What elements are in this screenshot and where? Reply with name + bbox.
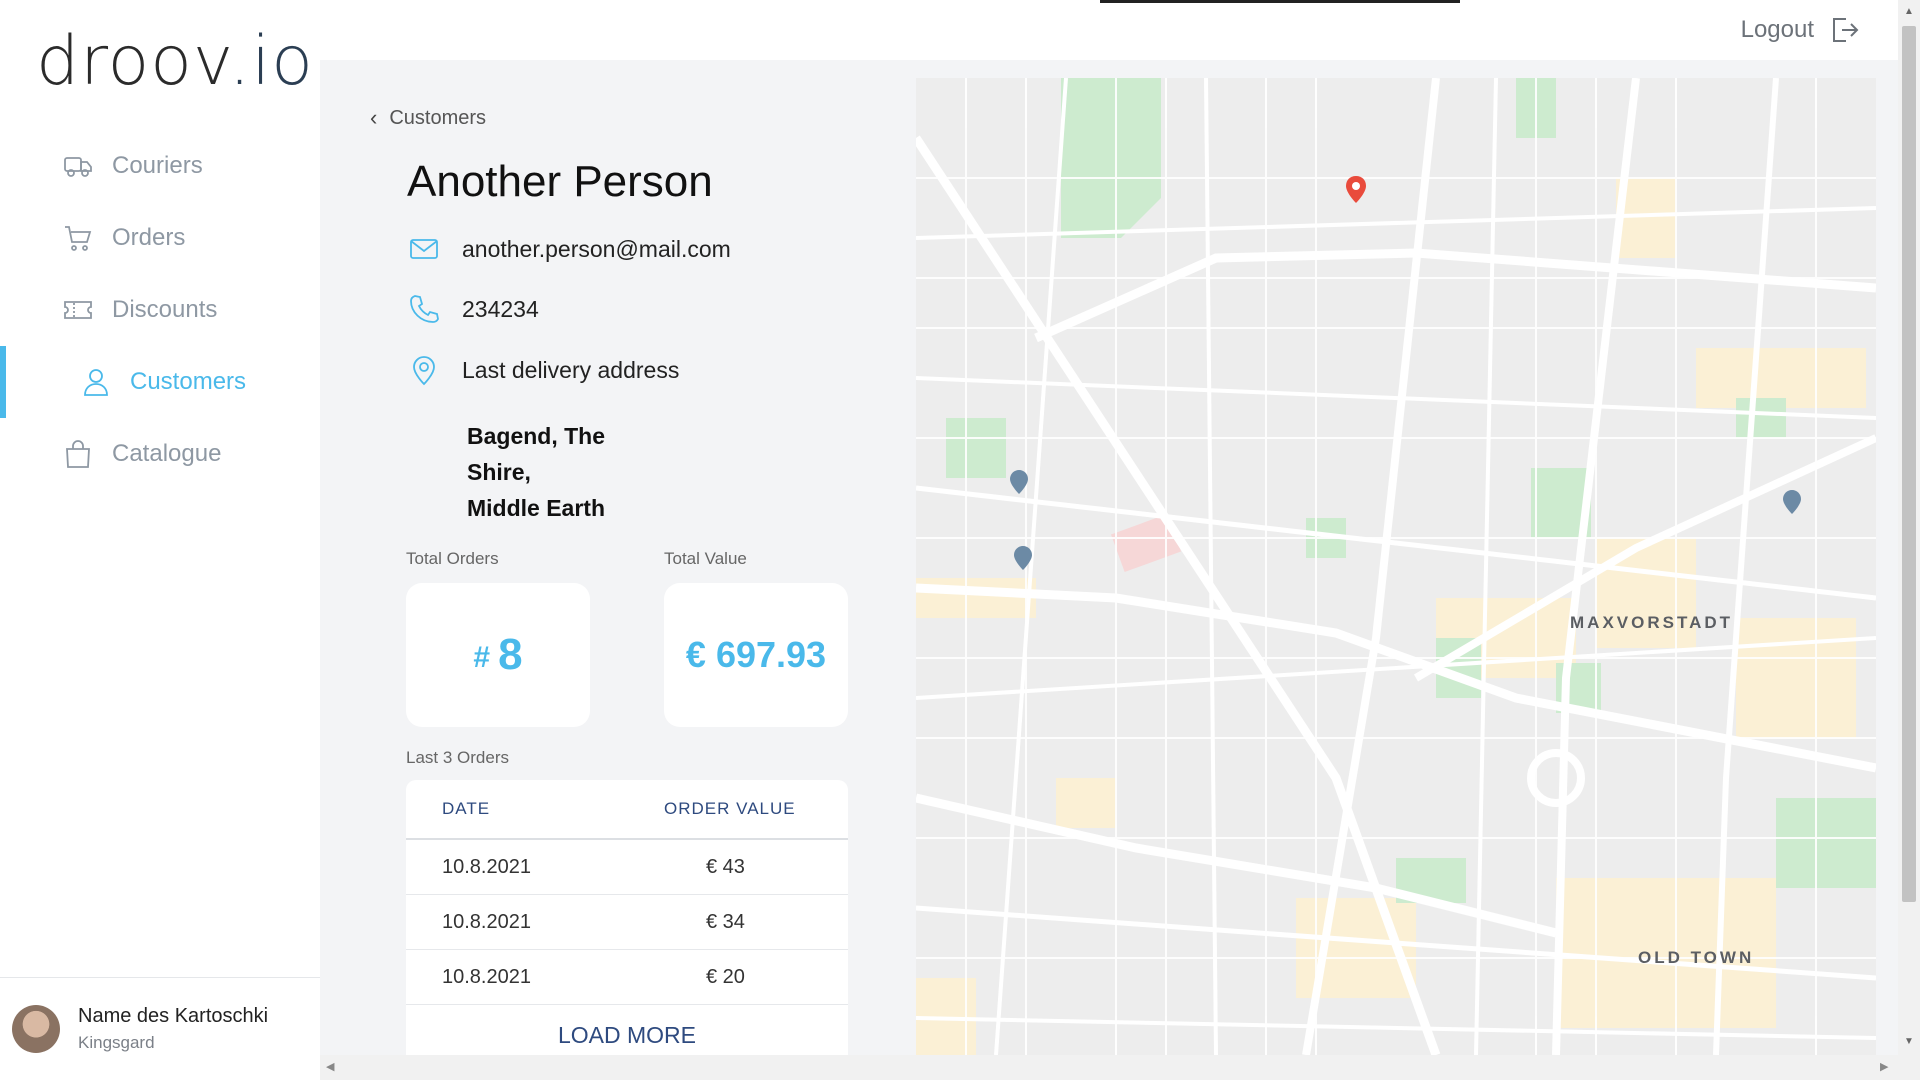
scrollbar-thumb[interactable]: [1902, 26, 1916, 902]
back-to-customers-link[interactable]: ‹ Customers: [370, 105, 486, 131]
scroll-left-icon[interactable]: ◀: [326, 1060, 334, 1073]
cart-icon: [65, 226, 92, 251]
sidebar-item-couriers[interactable]: Couriers: [0, 130, 320, 202]
order-value: € 20: [706, 965, 745, 988]
logout-label: Logout: [1740, 16, 1814, 43]
user-name: Name des Kartoschki: [78, 1005, 269, 1027]
app-logo[interactable]: droov.io: [36, 22, 314, 101]
order-date: 10.8.2021: [442, 855, 531, 878]
back-label: Customers: [389, 106, 487, 129]
order-date: 10.8.2021: [442, 965, 531, 988]
scroll-down-icon[interactable]: ▼: [1904, 1036, 1914, 1047]
column-header-order-value[interactable]: ORDER VALUE: [664, 799, 848, 819]
scroll-up-icon[interactable]: ▲: [1904, 6, 1914, 17]
mail-icon: [410, 239, 438, 259]
customer-phone[interactable]: 234234: [462, 296, 539, 323]
total-value-amount: € 697.93: [685, 634, 827, 675]
vertical-scrollbar[interactable]: ▲ ▼: [1898, 0, 1920, 1080]
horizontal-scrollbar[interactable]: ◀ ▶: [320, 1055, 1898, 1080]
phone-icon: [410, 295, 439, 323]
sidebar-item-label: Orders: [112, 224, 186, 251]
sidebar: droov.io Couriers Orders Discounts Custo…: [0, 0, 320, 1080]
sidebar-item-label: Customers: [130, 368, 247, 395]
avatar[interactable]: [12, 1005, 60, 1053]
map-label-old-town: OLD TOWN: [1638, 948, 1755, 967]
table-row[interactable]: 10.8.2021 € 34: [406, 895, 848, 950]
sidebar-item-label: Catalogue: [112, 440, 222, 467]
total-value-label: Total Value: [664, 549, 747, 568]
address-row: Last delivery address: [408, 354, 679, 386]
order-value: € 43: [706, 855, 745, 878]
total-value-card: € 697.93: [664, 583, 848, 727]
hash-symbol: #: [473, 641, 491, 674]
map-view[interactable]: MAXVORSTADT OLD TOWN: [916, 78, 1876, 1055]
map-canvas[interactable]: [916, 78, 1876, 1055]
total-orders-card: # 8: [406, 583, 590, 727]
location-pin-icon: [413, 356, 435, 386]
sidebar-item-label: Discounts: [112, 296, 218, 323]
address-line: Bagend, The: [467, 423, 606, 449]
user-subtitle: Kingsgard: [78, 1033, 155, 1052]
table-row[interactable]: 10.8.2021 € 20: [406, 950, 848, 1005]
main-panel: ‹ Customers Another Person another.perso…: [320, 60, 1898, 1055]
bag-icon: [66, 440, 90, 468]
sidebar-item-customers[interactable]: Customers: [0, 346, 320, 418]
scroll-right-icon[interactable]: ▶: [1880, 1060, 1888, 1073]
top-divider: [1100, 0, 1460, 3]
address-label: Last delivery address: [462, 356, 680, 383]
address-line: Middle Earth: [467, 495, 606, 521]
truck-icon: [64, 157, 92, 177]
delivery-address: Bagend, The Shire, Middle Earth: [467, 418, 605, 526]
email-row: another.person@mail.com: [408, 233, 731, 265]
phone-row: 234234: [408, 293, 539, 325]
total-orders-value: 8: [498, 630, 523, 679]
sidebar-item-catalogue[interactable]: Catalogue: [0, 418, 320, 490]
sidebar-item-discounts[interactable]: Discounts: [0, 274, 320, 346]
column-header-date[interactable]: DATE: [406, 799, 664, 819]
address-line: Shire,: [467, 459, 531, 485]
load-more-button[interactable]: LOAD MORE: [406, 1005, 848, 1055]
order-date: 10.8.2021: [442, 910, 531, 933]
orders-table: DATE ORDER VALUE 10.8.2021 € 43 10.8.202…: [406, 780, 848, 1055]
chevron-left-icon: ‹: [370, 105, 378, 130]
customer-name: Another Person: [407, 157, 713, 206]
table-row[interactable]: 10.8.2021 € 43: [406, 840, 848, 895]
user-profile[interactable]: Name des Kartoschki Kingsgard: [0, 977, 320, 1080]
total-orders-label: Total Orders: [406, 549, 499, 568]
sidebar-nav: Couriers Orders Discounts Customers Cata…: [0, 130, 320, 490]
map-label-maxvorstadt: MAXVORSTADT: [1570, 613, 1734, 632]
customer-email[interactable]: another.person@mail.com: [462, 236, 731, 263]
orders-table-header: DATE ORDER VALUE: [406, 780, 848, 840]
logout-button[interactable]: Logout: [1741, 14, 1860, 46]
user-icon: [84, 369, 108, 396]
sidebar-item-orders[interactable]: Orders: [0, 202, 320, 274]
ticket-icon: [64, 301, 92, 319]
logout-icon: [1833, 18, 1859, 42]
sidebar-item-label: Couriers: [112, 152, 203, 179]
order-value: € 34: [706, 910, 745, 933]
top-bar: Logout: [320, 0, 1898, 60]
last-orders-label: Last 3 Orders: [406, 748, 509, 767]
